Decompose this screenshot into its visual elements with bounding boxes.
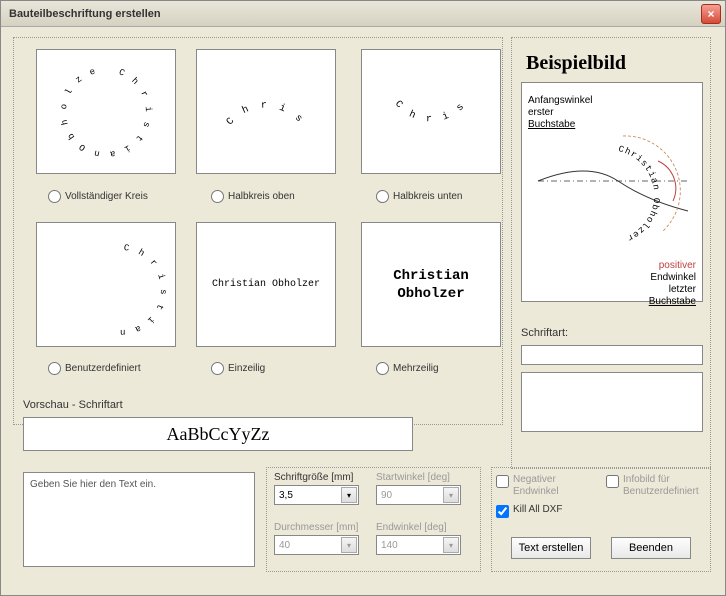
window-title: Bauteilbeschriftung erstellen [5, 8, 701, 20]
start-angle-combo[interactable]: 90▾ [376, 485, 461, 505]
svg-text:C h r i s t i a n O b h o l: C h r i s t i a n O b h o l z e r [46, 230, 166, 337]
radio-multi-line[interactable]: Mehrzeilig [376, 362, 439, 375]
thumb-single-line[interactable]: Christian Obholzer [196, 222, 336, 347]
radio-single-line[interactable]: Einzeilig [211, 362, 265, 375]
thumb-half-top[interactable]: C h r i s t i a n [196, 49, 336, 174]
radio-half-bottom[interactable]: Halbkreis unten [376, 190, 462, 203]
example-diagram: Christian Obholzer [528, 131, 698, 251]
field-diameter: Durchmesser [mm] 40▾ [274, 522, 359, 555]
title-bar: Bauteilbeschriftung erstellen × [1, 1, 725, 27]
close-button[interactable]: × [701, 4, 721, 24]
preview-box: AaBbCcYyZz [23, 417, 413, 451]
font-list[interactable] [521, 372, 703, 432]
field-font-size: Schriftgröße [mm] 3,5▾ [274, 472, 359, 505]
svg-text:C h r i s t i a n: C h r i s t i a n [371, 57, 474, 125]
multiline-l1: Christian [393, 267, 469, 285]
example-heading: Beispielbild [526, 52, 626, 75]
svg-text:C h r i s t i a n: C h r i s t i a n [206, 57, 312, 134]
field-start-angle: Startwinkel [deg] 90▾ [376, 472, 461, 505]
check-kill-dxf[interactable]: Kill All DXF [496, 504, 562, 518]
chevron-down-icon[interactable]: ▾ [341, 487, 357, 503]
font-label: Schriftart: [521, 327, 568, 339]
content-area: C h r i s t i a n O b h o l z e r C h r … [1, 27, 725, 595]
chevron-down-icon[interactable]: ▾ [341, 537, 357, 553]
ex-endangle: positiver Endwinkel letzter Buchstabe [528, 260, 696, 308]
radio-half-top[interactable]: Halbkreis oben [211, 190, 295, 203]
check-info-ud[interactable]: Infobild für Benutzerdefiniert [606, 474, 699, 498]
diameter-combo[interactable]: 40▾ [274, 535, 359, 555]
chevron-down-icon[interactable]: ▾ [443, 487, 459, 503]
example-image: Anfangswinkel erster Buchstabe Christian… [521, 82, 703, 302]
radio-full-circle[interactable]: Vollständiger Kreis [48, 190, 148, 203]
font-name-input[interactable] [521, 345, 703, 365]
dialog-window: Bauteilbeschriftung erstellen × C h r i … [0, 0, 726, 596]
font-size-combo[interactable]: 3,5▾ [274, 485, 359, 505]
field-end-angle: Endwinkel [deg] 140▾ [376, 522, 461, 555]
preview-label: Vorschau - Schriftart [23, 399, 123, 411]
end-angle-combo[interactable]: 140▾ [376, 535, 461, 555]
thumb-full-circle[interactable]: C h r i s t i a n O b h o l z e r [36, 49, 176, 174]
thumb-user-defined[interactable]: C h r i s t i a n O b h o l z e r [36, 222, 176, 347]
close-dialog-button[interactable]: Beenden [611, 537, 691, 559]
thumb-multi-line[interactable]: Christian Obholzer [361, 222, 501, 347]
text-input[interactable]: Geben Sie hier den Text ein. [23, 472, 255, 567]
chevron-down-icon[interactable]: ▾ [443, 537, 459, 553]
thumb-half-bottom[interactable]: C h r i s t i a n [361, 49, 501, 174]
radio-user-defined[interactable]: Benutzerdefiniert [48, 362, 141, 375]
create-text-button[interactable]: Text erstellen [511, 537, 591, 559]
ex-startangle: Anfangswinkel erster Buchstabe [528, 95, 696, 131]
multiline-l2: Obholzer [397, 285, 464, 303]
check-neg-end[interactable]: Negativer Endwinkel [496, 474, 559, 498]
svg-text:C h r i s t i a n O b h o l: C h r i s t i a n O b h o l z e r [46, 57, 153, 159]
